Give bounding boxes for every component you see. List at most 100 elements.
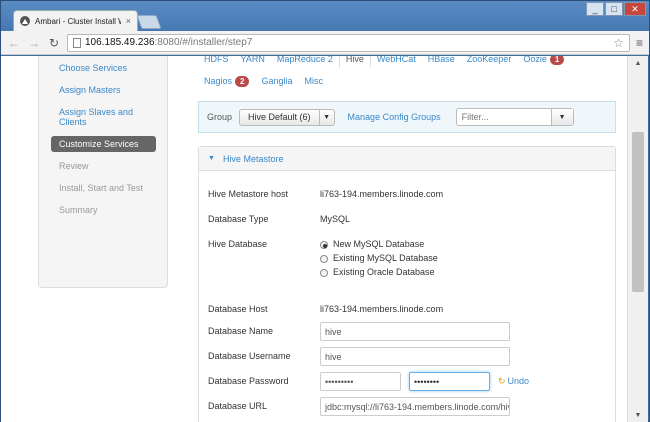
tab-yarn[interactable]: YARN: [235, 56, 271, 64]
service-tabs: HDFS YARN MapReduce 2 Hive WebHCat HBase…: [198, 56, 616, 90]
radio-selected-icon[interactable]: [320, 240, 328, 249]
hive-metastore-panel: ▼ Hive Metastore Hive Metastore host li7…: [198, 146, 616, 422]
radio-existing-mysql[interactable]: Existing MySQL Database: [320, 253, 438, 264]
collapse-caret-icon: ▼: [208, 155, 215, 162]
undo-icon: ↻: [498, 376, 506, 386]
field-label: Database Password: [208, 376, 289, 386]
undo-link[interactable]: ↻ Undo: [498, 372, 529, 391]
tab-nagios[interactable]: Nagios 2: [198, 75, 255, 87]
radio-label: Existing Oracle Database: [333, 267, 435, 277]
field-label: Database Username: [208, 351, 291, 361]
field-label: Database URL: [208, 401, 268, 411]
service-tabs-row-2: Nagios 2 Ganglia Misc: [198, 72, 616, 90]
manage-config-groups-link[interactable]: Manage Config Groups: [348, 112, 441, 122]
oozie-alert-badge: 1: [549, 56, 565, 65]
tab-hive[interactable]: Hive: [338, 56, 371, 68]
field-value: li763-194.members.linode.com: [320, 189, 444, 199]
radio-icon[interactable]: [320, 254, 328, 263]
tab-zookeeper[interactable]: ZooKeeper: [461, 56, 518, 64]
scroll-up-icon[interactable]: ▲: [628, 56, 648, 70]
tab-hbase[interactable]: HBase: [422, 56, 461, 64]
url-path: :8080/#/installer/step7: [154, 37, 253, 48]
step-assign-slaves[interactable]: Assign Slaves and Clients: [51, 104, 156, 130]
scroll-thumb[interactable]: [632, 132, 644, 292]
field-database-password: Database Password ••••••••• •••••••• ↻ U…: [208, 372, 529, 391]
radio-label: New MySQL Database: [333, 239, 425, 249]
field-database-url: Database URL jdbc:mysql://li763-194.memb…: [208, 397, 510, 416]
browser-tab[interactable]: Ambari - Cluster Install W ×: [13, 10, 138, 31]
database-username-input[interactable]: hive: [320, 347, 510, 366]
undo-label: Undo: [507, 376, 530, 386]
new-tab-button[interactable]: [136, 15, 162, 29]
browser-toolbar: ← → ↻ 106.185.49.236:8080/#/installer/st…: [1, 31, 649, 55]
browser-titlebar: Ambari - Cluster Install W × _ □ ✕: [1, 1, 649, 31]
tab-close-icon[interactable]: ×: [126, 16, 131, 26]
browser-window: Ambari - Cluster Install W × _ □ ✕ ← → ↻…: [0, 0, 650, 422]
forward-button[interactable]: →: [27, 36, 41, 50]
step-review: Review: [59, 161, 89, 171]
scroll-down-icon[interactable]: ▼: [628, 408, 648, 422]
field-hive-database: Hive Database New MySQL Database Existin…: [208, 237, 438, 278]
panel-header[interactable]: ▼ Hive Metastore: [199, 147, 615, 171]
field-database-host: Database Host li763-194.members.linode.c…: [208, 302, 443, 316]
browser-menu-icon[interactable]: ≡: [636, 36, 643, 50]
radio-existing-oracle[interactable]: Existing Oracle Database: [320, 267, 438, 278]
minimize-button[interactable]: _: [586, 2, 604, 16]
config-group-bar: Group Hive Default (6) ▼ Manage Config G…: [198, 101, 616, 133]
group-label: Group: [207, 112, 233, 122]
field-database-username: Database Username hive: [208, 347, 510, 366]
panel-title: Hive Metastore: [222, 153, 284, 164]
tab-misc[interactable]: Misc: [299, 76, 330, 86]
url-host: 106.185.49.236: [85, 37, 155, 48]
tab-oozie[interactable]: Oozie 1: [517, 56, 570, 65]
step-summary: Summary: [59, 205, 98, 215]
field-label: Database Host: [208, 304, 268, 314]
tab-oozie-label: Oozie: [523, 56, 547, 64]
back-button[interactable]: ←: [7, 36, 21, 50]
database-url-input[interactable]: jdbc:mysql://li763-194.members.linode.co…: [320, 397, 510, 416]
ambari-favicon-icon: [20, 16, 30, 26]
database-password-input[interactable]: •••••••••: [320, 372, 401, 391]
hive-database-radio-group: New MySQL Database Existing MySQL Databa…: [320, 237, 438, 278]
field-database-name: Database Name hive: [208, 322, 510, 341]
field-label: Database Type: [208, 214, 269, 224]
tab-title: Ambari - Cluster Install W: [35, 16, 121, 26]
page-icon: [73, 37, 81, 48]
vertical-scrollbar[interactable]: ▲ ▼: [627, 56, 648, 422]
step-customize-services[interactable]: Customize Services: [51, 136, 156, 152]
filter-caret-down-icon[interactable]: ▼: [550, 109, 573, 125]
step-assign-masters[interactable]: Assign Masters: [51, 82, 156, 98]
field-label: Database Name: [208, 326, 274, 336]
step-install-start-test: Install, Start and Test: [59, 183, 143, 193]
database-password-confirm-input[interactable]: ••••••••: [409, 372, 490, 391]
caret-down-icon: ▼: [318, 109, 334, 125]
address-bar[interactable]: 106.185.49.236:8080/#/installer/step7 ☆: [67, 33, 630, 52]
radio-new-mysql[interactable]: New MySQL Database: [320, 239, 438, 250]
nagios-alert-badge: 2: [235, 75, 250, 87]
tab-nagios-label: Nagios: [204, 76, 233, 86]
bookmark-star-icon[interactable]: ☆: [613, 36, 624, 50]
tab-hdfs[interactable]: HDFS: [198, 56, 235, 64]
page-viewport: Choose Services Assign Masters Assign Sl…: [1, 56, 627, 422]
radio-label: Existing MySQL Database: [333, 253, 438, 263]
maximize-button[interactable]: □: [605, 2, 623, 16]
filter-combobox[interactable]: ▼: [455, 108, 574, 126]
config-group-selected: Hive Default (6): [248, 112, 311, 122]
filter-input[interactable]: [456, 112, 551, 122]
field-label: Hive Metastore host: [208, 189, 289, 199]
radio-icon[interactable]: [320, 268, 328, 277]
tab-webhcat[interactable]: WebHCat: [371, 56, 422, 64]
window-controls: _ □ ✕: [586, 2, 646, 16]
step-choose-services[interactable]: Choose Services: [51, 60, 156, 76]
reload-button[interactable]: ↻: [47, 36, 61, 50]
field-value: MySQL: [320, 214, 351, 224]
field-database-type: Database Type MySQL: [208, 212, 350, 226]
config-group-select[interactable]: Hive Default (6) ▼: [239, 108, 335, 126]
field-metastore-host: Hive Metastore host li763-194.members.li…: [208, 187, 443, 201]
field-value: li763-194.members.linode.com: [320, 304, 444, 314]
close-window-button[interactable]: ✕: [624, 2, 646, 16]
wizard-steps-sidebar: Choose Services Assign Masters Assign Sl…: [38, 56, 168, 288]
database-name-input[interactable]: hive: [320, 322, 510, 341]
tab-ganglia[interactable]: Ganglia: [255, 76, 298, 86]
tab-mapreduce2[interactable]: MapReduce 2: [271, 56, 339, 64]
